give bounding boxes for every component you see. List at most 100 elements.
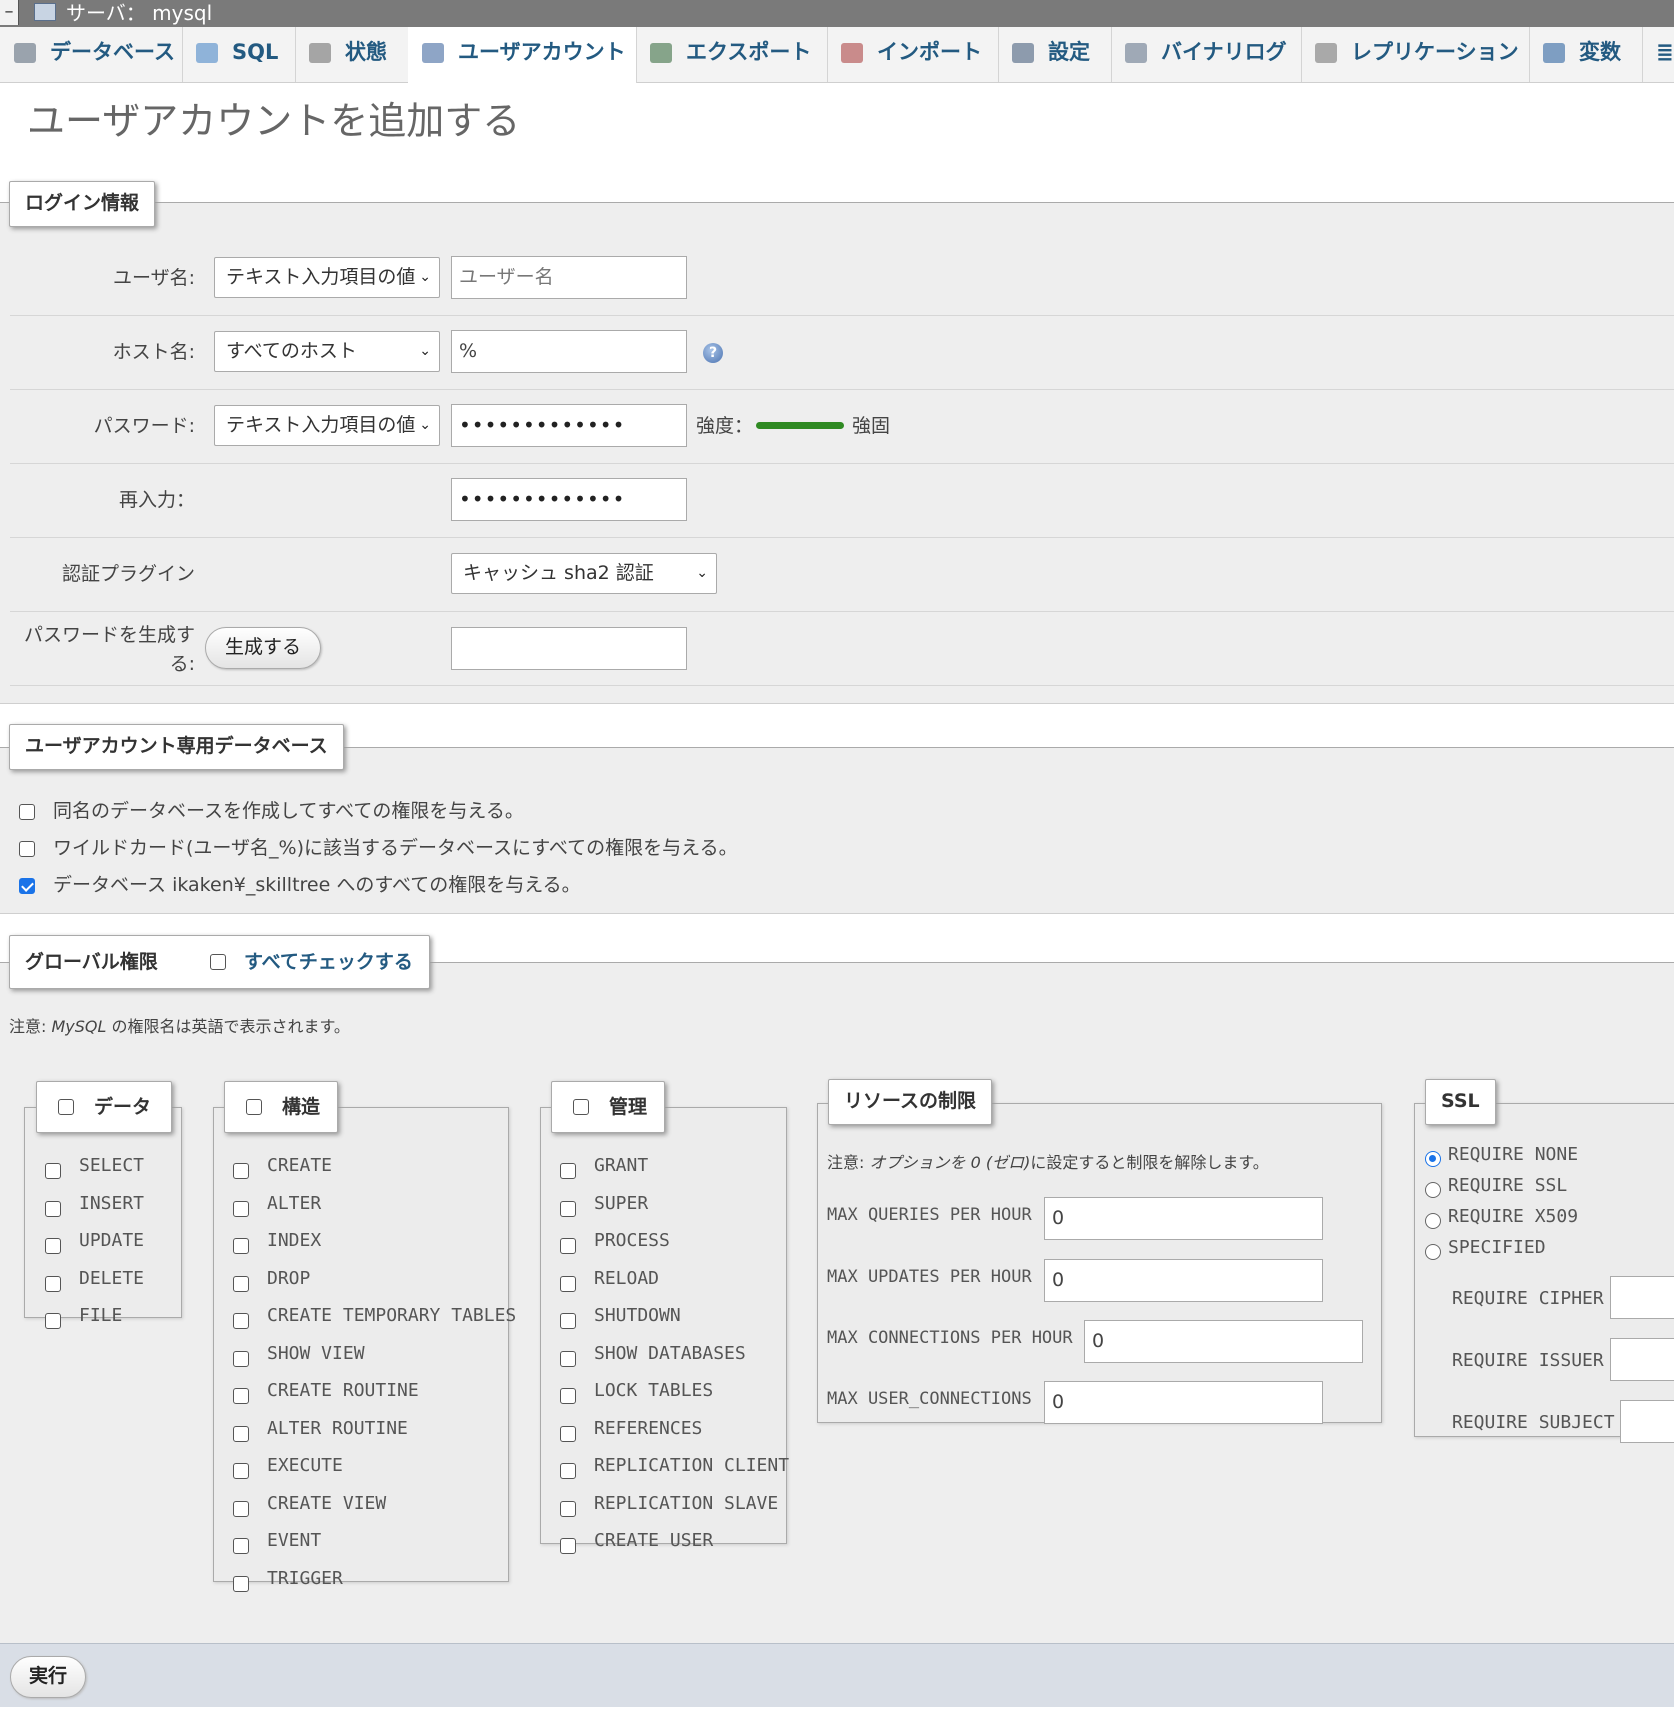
privilege-checkbox[interactable] xyxy=(233,1313,249,1329)
ssl-field-input[interactable] xyxy=(1620,1400,1674,1443)
userdb-option-label[interactable]: データベース ikaken¥_skilltree へのすべての権限を与える。 xyxy=(53,870,581,897)
userdb-option-label[interactable]: 同名のデータベースを作成してすべての権限を与える。 xyxy=(53,796,524,823)
privilege-checkbox[interactable] xyxy=(233,1425,249,1442)
privilege-checkbox[interactable] xyxy=(233,1575,249,1592)
tab-label: バイナリログ xyxy=(1161,40,1287,64)
resource-limit-input[interactable]: 0 xyxy=(1044,1381,1323,1424)
generate-password-button[interactable]: 生成する xyxy=(205,627,321,669)
ssl-field-input[interactable] xyxy=(1610,1338,1674,1381)
admin-check-all-checkbox[interactable] xyxy=(573,1099,589,1115)
row-divider xyxy=(10,315,1674,316)
tab-8[interactable]: レプリケーション xyxy=(1301,27,1530,82)
host-type-select[interactable]: すべてのホスト ⌄ xyxy=(214,331,440,372)
privilege-label: ALTER ROUTINE xyxy=(267,1417,408,1439)
privilege-checkbox[interactable] xyxy=(560,1538,576,1554)
tab-label: インポート xyxy=(877,40,982,64)
ssl-option-label[interactable]: REQUIRE SSL xyxy=(1448,1175,1567,1196)
privilege-checkbox[interactable] xyxy=(560,1275,576,1292)
ssl-option-label[interactable]: REQUIRE NONE xyxy=(1448,1144,1578,1165)
ssl-field-input[interactable] xyxy=(1610,1276,1674,1319)
privilege-note-mysql: MySQL xyxy=(51,1017,107,1036)
retype-password-input[interactable]: ••••••••••••• xyxy=(451,478,687,521)
wrench-icon xyxy=(1012,43,1034,63)
privilege-checkbox[interactable] xyxy=(45,1313,61,1329)
generated-password-input[interactable] xyxy=(451,627,687,670)
help-icon[interactable]: ? xyxy=(703,343,723,363)
tab-9[interactable]: 変数 xyxy=(1529,27,1643,82)
username-input[interactable]: ユーザー名 xyxy=(451,256,687,299)
global-privileges-legend: グローバル権限 すべてチェックする xyxy=(9,935,430,989)
privilege-checkbox[interactable] xyxy=(233,1500,249,1517)
tab-4[interactable]: エクスポート xyxy=(636,27,828,82)
password-type-select[interactable]: テキスト入力項目の値 ⌄ xyxy=(214,405,440,446)
more-tabs-icon[interactable]: ≣ xyxy=(1642,27,1674,82)
tab-label: 変数 xyxy=(1579,40,1621,64)
userdb-option-checkbox[interactable] xyxy=(19,804,35,820)
privilege-checkbox[interactable] xyxy=(233,1200,249,1217)
row-divider xyxy=(10,537,1674,538)
privilege-checkbox[interactable] xyxy=(233,1275,249,1292)
tab-1[interactable]: SQL xyxy=(182,27,296,82)
ssl-option-radio[interactable] xyxy=(1425,1151,1441,1167)
data-check-all-checkbox[interactable] xyxy=(58,1099,74,1115)
collapse-minus-icon[interactable]: – xyxy=(0,0,19,25)
check-all-checkbox[interactable] xyxy=(210,954,226,970)
privilege-checkbox[interactable] xyxy=(560,1500,576,1517)
privilege-checkbox[interactable] xyxy=(560,1238,576,1254)
privilege-label: UPDATE xyxy=(79,1230,145,1251)
privilege-checkbox[interactable] xyxy=(233,1163,249,1179)
userdb-option-label[interactable]: ワイルドカード(ユーザ名_%)に該当するデータベースにすべての権限を与える。 xyxy=(53,833,738,860)
tab-5[interactable]: インポート xyxy=(827,27,999,82)
privilege-checkbox[interactable] xyxy=(233,1238,249,1254)
tab-7[interactable]: バイナリログ xyxy=(1111,27,1302,82)
privilege-checkbox[interactable] xyxy=(560,1388,576,1404)
host-input[interactable]: % xyxy=(451,330,687,373)
tab-0[interactable]: データベース xyxy=(0,27,183,82)
resource-limit-input[interactable]: 0 xyxy=(1044,1259,1323,1302)
privilege-checkbox[interactable] xyxy=(233,1463,249,1479)
check-all-label[interactable]: すべてチェックする xyxy=(244,936,413,988)
user-database-legend: ユーザアカウント専用データベース xyxy=(9,724,344,770)
ssl-option-radio[interactable] xyxy=(1425,1213,1441,1229)
privilege-checkbox[interactable] xyxy=(45,1238,61,1254)
server-breadcrumb-label[interactable]: サーバ： mysql xyxy=(66,0,212,26)
tab-2[interactable]: 状態 xyxy=(295,27,410,82)
ssl-option-radio[interactable] xyxy=(1425,1182,1441,1198)
privilege-checkbox[interactable] xyxy=(45,1163,61,1179)
privilege-checkbox[interactable] xyxy=(233,1538,249,1554)
privilege-checkbox[interactable] xyxy=(560,1163,576,1179)
chevron-down-icon: ⌄ xyxy=(419,417,431,433)
resource-limit-input[interactable]: 0 xyxy=(1044,1197,1323,1240)
ssl-option-label[interactable]: REQUIRE X509 xyxy=(1448,1206,1578,1227)
privilege-checkbox[interactable] xyxy=(45,1275,61,1292)
tab-3[interactable]: ユーザアカウント xyxy=(408,27,637,83)
privilege-checkbox[interactable] xyxy=(560,1313,576,1329)
structure-check-all-checkbox[interactable] xyxy=(246,1099,262,1115)
privilege-checkbox[interactable] xyxy=(45,1200,61,1217)
resource-limit-input[interactable]: 0 xyxy=(1084,1320,1363,1363)
password-type-select-value: テキスト入力項目の値 xyxy=(226,414,416,436)
privilege-checkbox[interactable] xyxy=(560,1200,576,1217)
submit-button[interactable]: 実行 xyxy=(10,1656,86,1698)
auth-plugin-select[interactable]: キャッシュ sha2 認証 ⌄ xyxy=(451,553,717,594)
userdb-option-checkbox[interactable] xyxy=(19,878,35,894)
row-divider xyxy=(10,463,1674,464)
privilege-label: DROP xyxy=(267,1267,311,1289)
privilege-label: CREATE xyxy=(267,1155,333,1176)
userdb-option-checkbox[interactable] xyxy=(19,841,35,857)
username-type-select[interactable]: テキスト入力項目の値 ⌄ xyxy=(214,257,440,298)
ssl-option-label[interactable]: SPECIFIED xyxy=(1448,1237,1546,1258)
privilege-checkbox[interactable] xyxy=(233,1388,249,1404)
password-input[interactable]: ••••••••••••• xyxy=(451,404,687,447)
row-divider xyxy=(10,389,1674,390)
ssl-option-radio[interactable] xyxy=(1425,1244,1441,1260)
privilege-note-prefix: 注意: xyxy=(9,1017,52,1036)
privilege-checkbox[interactable] xyxy=(560,1350,576,1367)
user-accounts-icon xyxy=(422,43,444,63)
tab-6[interactable]: 設定 xyxy=(998,27,1112,82)
data-privileges-legend: データ xyxy=(36,1081,172,1133)
privilege-checkbox[interactable] xyxy=(233,1350,249,1367)
privilege-checkbox[interactable] xyxy=(560,1425,576,1442)
privilege-checkbox[interactable] xyxy=(560,1463,576,1479)
privilege-label: ALTER xyxy=(267,1192,322,1214)
